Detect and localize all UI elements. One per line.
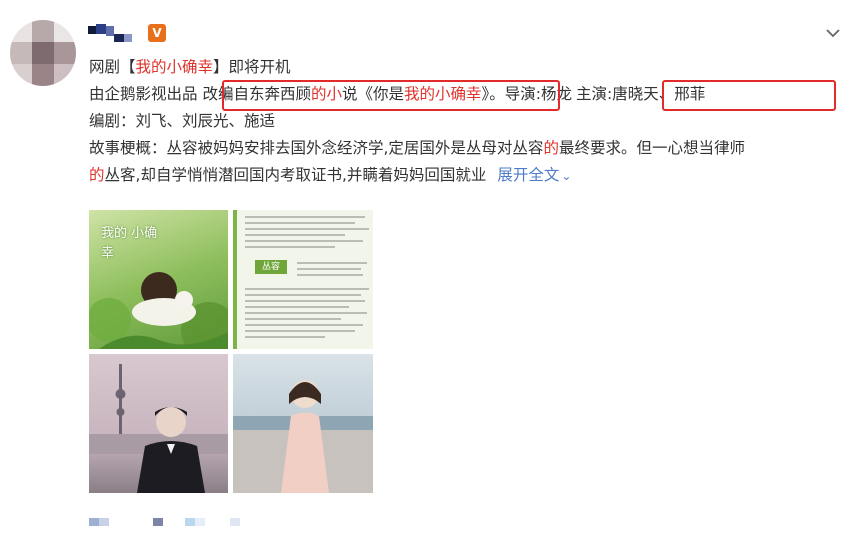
book-page-tag: 丛容 (261, 262, 280, 272)
post-line-synopsis: 故事梗概：丛容被妈妈安排去国外念经济学,定居国外是丛母对丛容的最终要求。但一心想… (89, 139, 745, 157)
poster-illustration-image[interactable]: 我的 小确幸 (89, 210, 228, 349)
post-body: 网剧【我的小确幸】即将开机 由企鹅影视出品 改编自东奔西顾的小说《你是我的小确幸… (89, 54, 849, 190)
post-line-synopsis-2: 的丛客,却自学悄悄潜回国内考取证书,并瞒着妈妈回国就业 展开全文 ⌄ (89, 166, 572, 184)
producer-text: 由企鹅影视出品 (89, 85, 198, 103)
annotation-box-cast (662, 80, 836, 111)
post-line-writers: 编剧：刘飞、刘辰光、施适 (89, 112, 276, 130)
actor-photo-image[interactable] (89, 354, 228, 493)
post-line-title: 网剧【我的小确幸】即将开机 (89, 54, 849, 81)
avatar[interactable] (10, 20, 76, 86)
drama-title-link[interactable]: 我的小确幸 (136, 58, 214, 76)
expand-full-text-link[interactable]: 展开全文 ⌄ (497, 166, 571, 184)
chevron-down-icon[interactable] (822, 22, 844, 44)
poster-cover-text: 我的 小确幸 (101, 226, 158, 261)
book-page-text-lines (245, 216, 369, 338)
actress-photo-image[interactable] (233, 354, 373, 493)
actress-photo-art (233, 380, 373, 493)
annotation-box-adaptation (222, 80, 560, 111)
book-page-image[interactable]: 丛容 (233, 210, 373, 349)
v-badge-icon: V (148, 24, 166, 42)
expand-chevron-icon: ⌄ (561, 169, 572, 183)
title-suffix: 】即将开机 (213, 58, 291, 76)
title-prefix: 网剧【 (89, 58, 136, 76)
actor-photo-art (89, 364, 228, 493)
